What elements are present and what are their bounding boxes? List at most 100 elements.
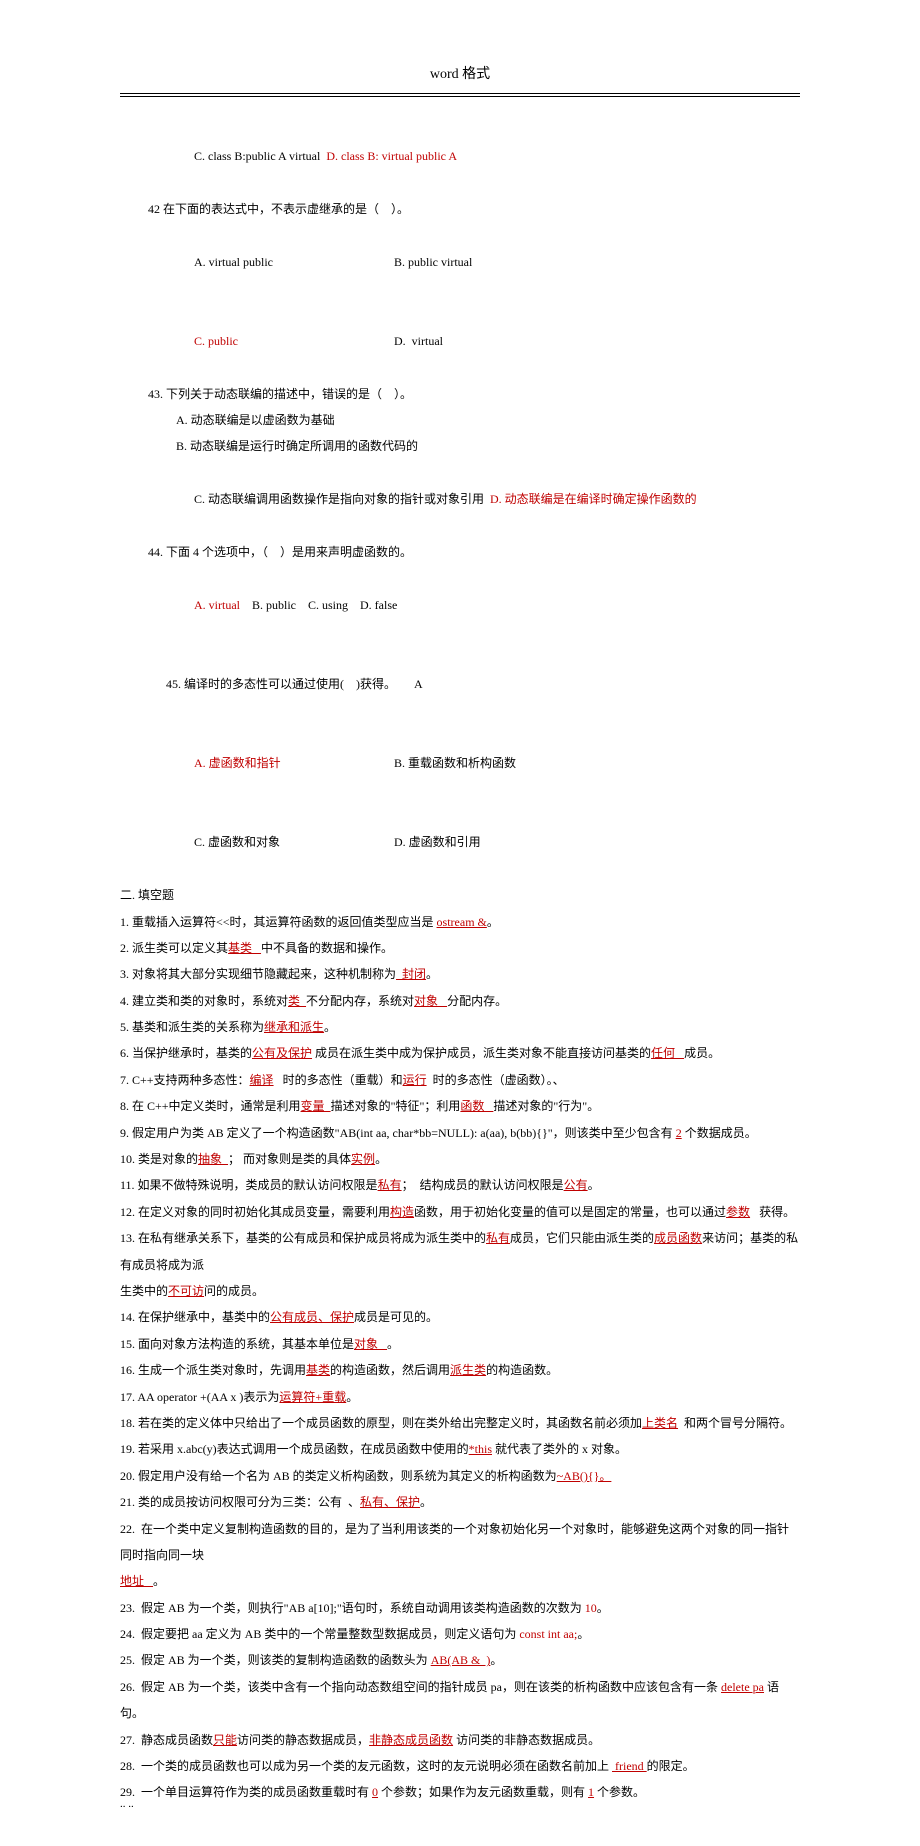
q44-opt-d: D. false (360, 598, 397, 612)
fill-27: 27. 静态成员函数只能访问类的静态数据成员，非静态成员函数 访问类的非静态数据… (120, 1727, 800, 1753)
t: 描述对象的"行为"。 (493, 1099, 599, 1113)
t: ； 而对象则是类的具体 (228, 1152, 351, 1166)
t: 28. 一个类的成员函数也可以成为另一个类的友元函数，这时的友元说明必须在函数名… (120, 1759, 612, 1773)
fill-29: 29. 一个单目运算符作为类的成员函数重载时有 0 个参数；如果作为友元函数重载… (120, 1779, 800, 1805)
fill-17: 17. AA operator +(AA x )表示为运算符+重载。 (120, 1384, 800, 1410)
fill-25: 25. 假定 AB 为一个类，则该类的复制构造函数的函数头为 AB(AB & )… (120, 1647, 800, 1673)
ans: 变量 (301, 1099, 331, 1113)
t: 18. 若在类的定义体中只给出了一个成员函数的原型，则在类外给出完整定义时，其函… (120, 1416, 642, 1430)
t: 。 (577, 1627, 589, 1641)
t: 个参数；如果作为友元函数重载，则有 (378, 1785, 588, 1799)
q43-opt-b: B. 动态联编是运行时确定所调用的函数代码的 (120, 433, 800, 459)
t: 4. 建立类和类的对象时，系统对 (120, 994, 288, 1008)
fill-10: 10. 类是对象的抽象 ； 而对象则是类的具体实例。 (120, 1146, 800, 1172)
q42-opt-d: D. virtual (394, 328, 443, 354)
fill-20: 20. 假定用户没有给一个名为 AB 的类定义析构函数，则系统为其定义的析构函数… (120, 1463, 800, 1489)
ans: 只能 (213, 1733, 237, 1747)
ans: const int aa; (519, 1627, 577, 1641)
ans: 私有 (486, 1231, 510, 1245)
q44-opt-c: C. using (308, 598, 348, 612)
ans: 抽象 (198, 1152, 228, 1166)
fill-2: 2. 派生类可以定义其基类 中不具备的数据和操作。 (120, 935, 800, 961)
t: 。 (420, 1495, 432, 1509)
fill-8: 8. 在 C++中定义类时，通常是利用变量 描述对象的"特征"；利用函数 描述对… (120, 1093, 800, 1119)
t: 就代表了类外的 x 对象。 (492, 1442, 627, 1456)
t: 24. 假定要把 aa 定义为 AB 类中的一个常量整数型数据成员，则定义语句为 (120, 1627, 519, 1641)
t: 29. 一个单目运算符作为类的成员函数重载时有 (120, 1785, 372, 1799)
t: 和两个冒号分隔符。 (678, 1416, 792, 1430)
t: 的限定。 (647, 1759, 695, 1773)
q44-options: A. virtual B. public C. using D. false (120, 565, 800, 644)
q45-options-cd: C. 虚函数和对象D. 虚函数和引用 (120, 803, 800, 882)
q45-opt-d: D. 虚函数和引用 (394, 829, 481, 855)
ans: friend (612, 1759, 647, 1773)
fill-14: 14. 在保护继承中，基类中的公有成员、保护成员是可见的。 (120, 1304, 800, 1330)
ans: *this (469, 1442, 492, 1456)
t: 的构造函数。 (486, 1363, 558, 1377)
ans: ostream & (437, 915, 487, 929)
q45-stem-row: 45. 编译时的多态性可以通过使用( )获得。 A (120, 645, 800, 724)
ans: 成员函数 (654, 1231, 702, 1245)
t: 12. 在定义对象的同时初始化其成员变量，需要利用 (120, 1205, 390, 1219)
fill-3: 3. 对象将其大部分实现细节隐藏起来，这种机制称为 封闭。 (120, 961, 800, 987)
ans: 对象 (354, 1337, 387, 1351)
ans: 派生类 (450, 1363, 486, 1377)
q43-opt-d: D. 动态联编是在编译时确定操作函数的 (490, 492, 697, 506)
t: 23. 假定 AB 为一个类，则执行"AB a[10];"语句时，系统自动调用该… (120, 1601, 585, 1615)
ans: 编译 (250, 1073, 274, 1087)
section-2-heading: 二. 填空题 (120, 882, 800, 908)
fill-19: 19. 若采用 x.abc(y)表达式调用一个成员函数，在成员函数中使用的*th… (120, 1436, 800, 1462)
ans: 函数 (460, 1099, 493, 1113)
ans: 类 (288, 994, 306, 1008)
ans: 上类名 (642, 1416, 678, 1430)
fill-6: 6. 当保护继承时，基类的公有及保护 成员在派生类中成为保护成员，派生类对象不能… (120, 1040, 800, 1066)
t: 。 (346, 1390, 358, 1404)
fill-7: 7. C++支持两种多态性：编译 时的多态性（重载）和运行 时的多态性（虚函数）… (120, 1067, 800, 1093)
ans: 运算符+重载 (279, 1390, 346, 1404)
ans: 实例 (351, 1152, 375, 1166)
ans: 公有成员、保护 (270, 1310, 354, 1324)
ans: 封闭 (396, 967, 426, 981)
q42-opt-a: A. virtual public (194, 249, 394, 275)
fill-18: 18. 若在类的定义体中只给出了一个成员函数的原型，则在类外给出完整定义时，其函… (120, 1410, 800, 1436)
fill-23: 23. 假定 AB 为一个类，则执行"AB a[10];"语句时，系统自动调用该… (120, 1595, 800, 1621)
ans: 私有 (378, 1178, 402, 1192)
fill-11: 11. 如果不做特殊说明，类成员的默认访问权限是私有； 结构成员的默认访问权限是… (120, 1172, 800, 1198)
q45-opt-b: B. 重载函数和析构函数 (394, 750, 516, 776)
document-page: word 格式 C. class B:public A virtual D. c… (0, 0, 920, 1846)
t: 生类中的 (120, 1284, 168, 1298)
t: 10. 类是对象的 (120, 1152, 198, 1166)
t: 函数，用于初始化变量的值可以是固定的常量，也可以通过 (414, 1205, 726, 1219)
t: 成员，它们只能由派生类的 (510, 1231, 654, 1245)
q45-stem: 45. 编译时的多态性可以通过使用( )获得。 (166, 677, 396, 691)
ans: 对象 (414, 994, 447, 1008)
q42-opt-b: B. public virtual (394, 249, 472, 275)
t: 问的成员。 (204, 1284, 264, 1298)
t: 。 (324, 1020, 336, 1034)
ans: 参数 (726, 1205, 750, 1219)
q45-answer: A (414, 677, 423, 691)
q41-opt-d: D. class B: virtual public A (326, 149, 457, 163)
q43-stem: 43. 下列关于动态联编的描述中，错误的是（ ）。 (120, 381, 800, 407)
t: 个数据成员。 (682, 1126, 757, 1140)
t: 成员在派生类中成为保护成员，派生类对象不能直接访问基类的 (312, 1046, 651, 1060)
fill-15: 15. 面向对象方法构造的系统，其基本单位是对象 。 (120, 1331, 800, 1357)
q43-options-cd: C. 动态联编调用函数操作是指向对象的指针或对象引用 D. 动态联编是在编译时确… (120, 460, 800, 539)
ans: 私有、保护 (360, 1495, 420, 1509)
q43-opt-a: A. 动态联编是以虚函数为基础 (120, 407, 800, 433)
fill-28: 28. 一个类的成员函数也可以成为另一个类的友元函数，这时的友元说明必须在函数名… (120, 1753, 800, 1779)
ans: 构造 (390, 1205, 414, 1219)
q42-options-cd: C. publicD. virtual (120, 302, 800, 381)
ans: 继承和派生 (264, 1020, 324, 1034)
ans: delete pa (721, 1680, 764, 1694)
content-body: C. class B:public A virtual D. class B: … (120, 117, 800, 1806)
t: 2. 派生类可以定义其 (120, 941, 228, 955)
fill-5: 5. 基类和派生类的关系称为继承和派生。 (120, 1014, 800, 1040)
q41-opt-c: C. class B:public A virtual (194, 149, 320, 163)
t: 中不具备的数据和操作。 (261, 941, 393, 955)
t: 不分配内存，系统对 (306, 994, 414, 1008)
t: 访问类的非静态数据成员。 (453, 1733, 600, 1747)
q44-opt-a: A. virtual (194, 598, 240, 612)
ans: 10 (585, 1601, 597, 1615)
ans: AB(AB & ) (431, 1653, 491, 1667)
